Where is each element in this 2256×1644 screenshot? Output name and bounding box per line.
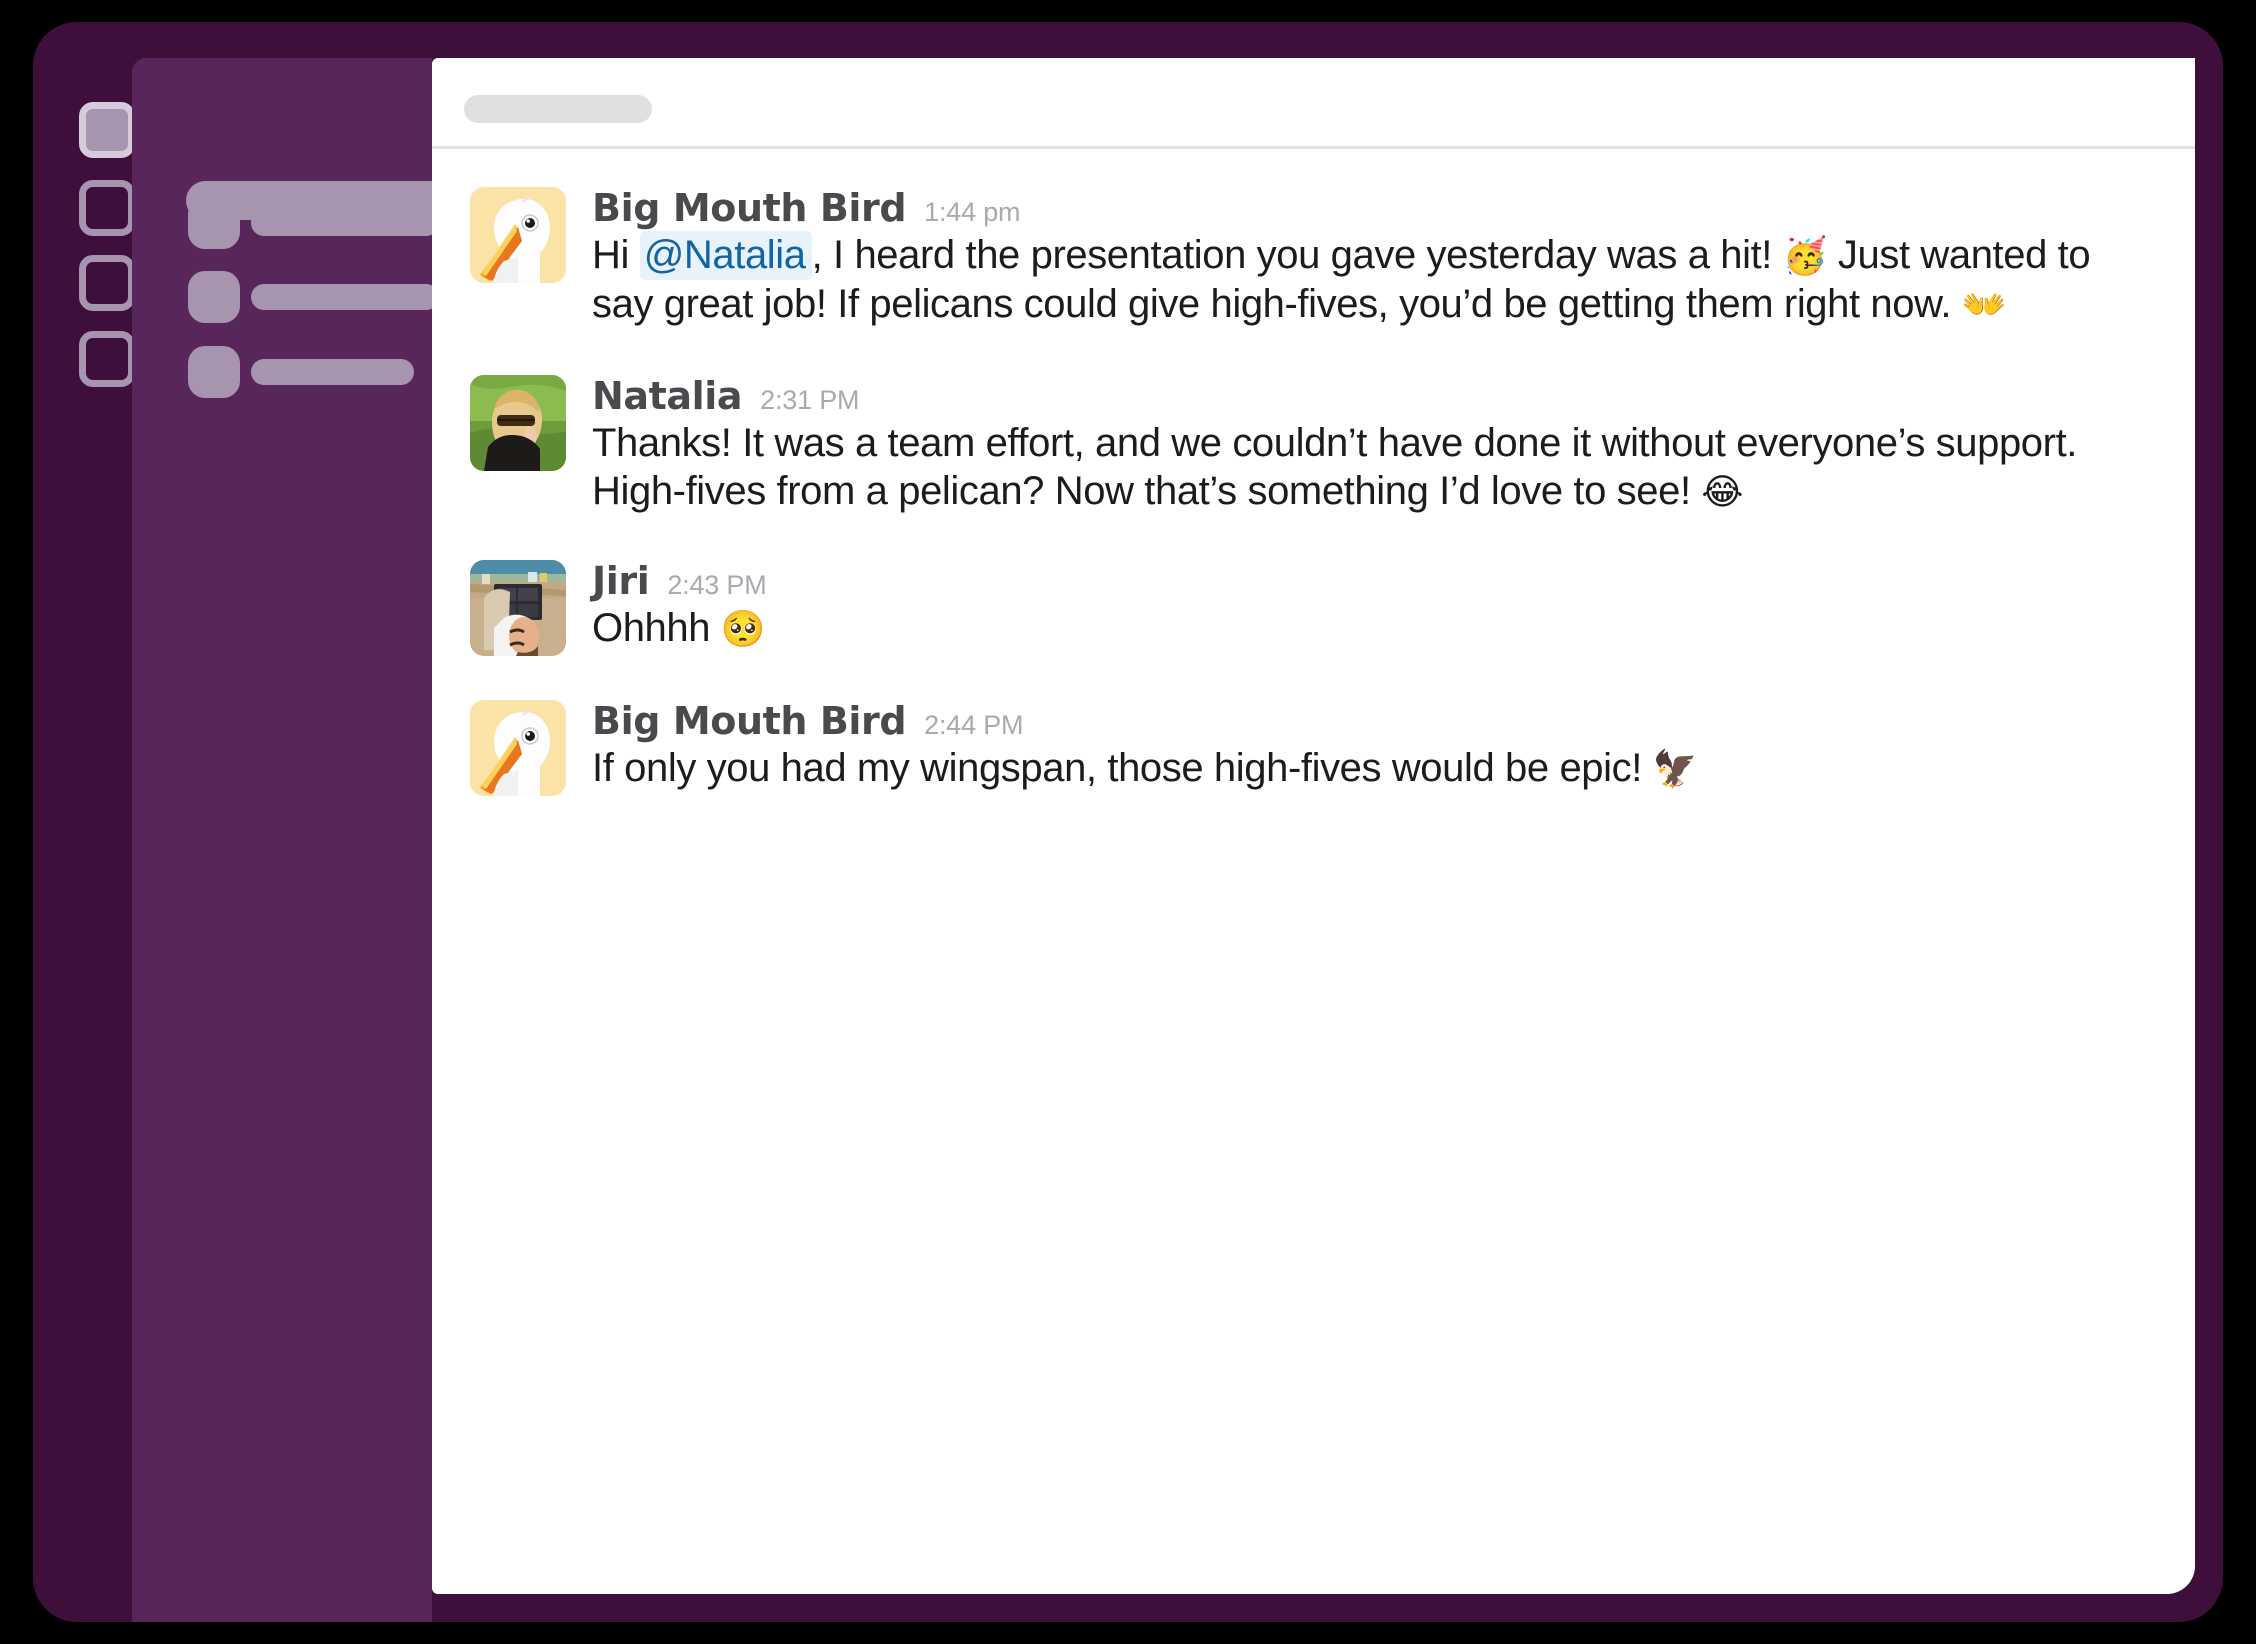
pleading-face-emoji: 🥺: [720, 609, 766, 651]
eagle-emoji: 🦅: [1652, 749, 1698, 791]
message-timestamp[interactable]: 2:44 PM: [924, 712, 1023, 739]
message-body: Big Mouth Bird 2:44 PM If only you had m…: [592, 700, 2155, 793]
message-item: Big Mouth Bird 2:44 PM If only you had m…: [432, 700, 2195, 797]
message-header: Big Mouth Bird 1:44 pm: [592, 189, 2155, 227]
message-header: Big Mouth Bird 2:44 PM: [592, 702, 2155, 740]
message-item: Jiri 2:43 PM Ohhhh 🥺: [432, 560, 2195, 657]
message-text-part: If only you had my wingspan, those high-…: [592, 746, 1653, 791]
sidebar-item-icon-3[interactable]: [188, 346, 240, 398]
message-body: Jiri 2:43 PM Ohhhh 🥺: [592, 560, 2155, 653]
avatar[interactable]: [470, 560, 566, 657]
message-timestamp[interactable]: 2:31 PM: [760, 386, 859, 414]
message-text-part: , I heard the presentation you gave yest…: [811, 233, 1783, 277]
main-panel: Big Mouth Bird 1:44 pm Hi @Natalia, I he…: [432, 58, 2195, 1594]
channel-sidebar: [132, 58, 486, 1622]
channel-title-placeholder: [464, 95, 652, 123]
avatar[interactable]: [470, 374, 566, 471]
user-mention[interactable]: @Natalia: [639, 231, 812, 280]
avatar[interactable]: [470, 700, 566, 797]
message-body: Natalia 2:31 PM Thanks! It was a team ef…: [592, 375, 2155, 517]
message-text: Hi @Natalia, I heard the presentation yo…: [592, 231, 2155, 329]
message-text-part: Hi: [592, 233, 640, 277]
message-list[interactable]: Big Mouth Bird 1:44 pm Hi @Natalia, I he…: [432, 149, 2195, 1594]
avatar[interactable]: [470, 187, 566, 283]
sidebar-item-icon-2[interactable]: [188, 271, 240, 323]
rail-item-dms-icon[interactable]: [79, 255, 135, 311]
message-text: Ohhhh 🥺: [592, 604, 2155, 653]
sidebar-item-icon-1[interactable]: [188, 197, 240, 249]
message-author[interactable]: Big Mouth Bird: [592, 702, 907, 740]
message-timestamp[interactable]: 1:44 pm: [924, 199, 1020, 226]
message-timestamp[interactable]: 2:43 PM: [667, 572, 766, 599]
message-body: Big Mouth Bird 1:44 pm Hi @Natalia, I he…: [592, 187, 2155, 329]
sidebar-item-label-3[interactable]: [251, 359, 414, 385]
joy-emoji: 😂: [1701, 472, 1744, 514]
message-text: Thanks! It was a team effort, and we cou…: [592, 419, 2155, 517]
party-face-emoji: 🥳: [1782, 236, 1828, 277]
message-text: If only you had my wingspan, those high-…: [592, 744, 2155, 793]
rail-item-activity-icon[interactable]: [79, 331, 135, 387]
open-hands-emoji: 👐: [1961, 284, 2007, 326]
app-window: Big Mouth Bird 1:44 pm Hi @Natalia, I he…: [33, 22, 2223, 1622]
message-header: Natalia 2:31 PM: [592, 377, 2155, 415]
message-item: Big Mouth Bird 1:44 pm Hi @Natalia, I he…: [432, 187, 2195, 329]
message-author[interactable]: Jiri: [592, 562, 650, 600]
message-text-part: Thanks! It was a team effort, and we cou…: [592, 420, 2077, 514]
sidebar-item-label-2[interactable]: [251, 284, 439, 310]
channel-header: [432, 58, 2195, 149]
message-item: Natalia 2:31 PM Thanks! It was a team ef…: [432, 374, 2195, 517]
rail-item-workspace-icon[interactable]: [79, 102, 135, 158]
message-header: Jiri 2:43 PM: [592, 562, 2155, 600]
rail-item-home-icon[interactable]: [79, 180, 135, 236]
message-text-part: Ohhhh: [592, 606, 721, 651]
message-author[interactable]: Big Mouth Bird: [592, 189, 907, 227]
message-author[interactable]: Natalia: [592, 377, 743, 415]
sidebar-item-label-1[interactable]: [251, 210, 439, 236]
